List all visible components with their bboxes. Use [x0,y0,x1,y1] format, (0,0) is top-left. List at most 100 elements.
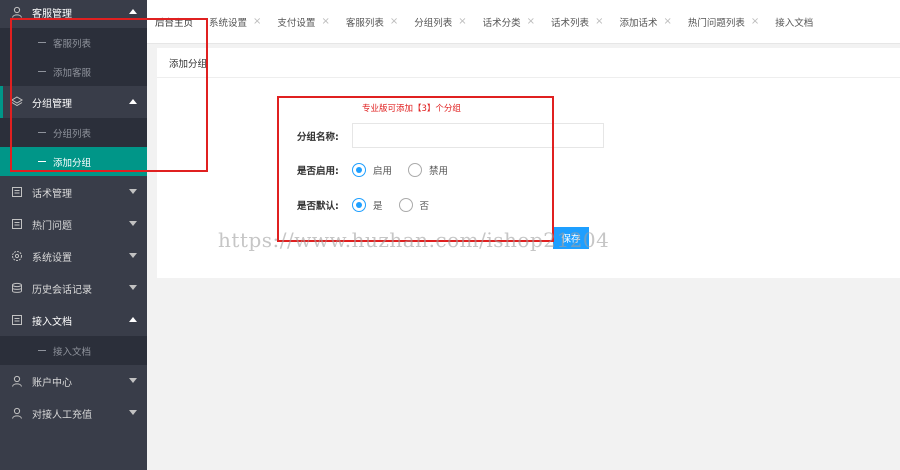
tab-hot-question-list[interactable]: 热门问题列表 × [680,0,767,43]
tab-payment-settings[interactable]: 支付设置 × [269,0,337,43]
sidebar-item-label: 分组列表 [53,128,92,140]
tab-label: 话术分类 [482,17,521,29]
sidebar-item-label: 添加分组 [53,157,92,169]
group-limit-notice: 专业版可添加【3】个分组 [362,104,461,114]
form-row-group-name: 分组名称: [297,123,604,148]
layers-icon [10,95,24,109]
tab-bar: 后台主页 系统设置 × 支付设置 × 客服列表 × 分组列表 × 话术分类 × 话术列表 ×… [147,0,900,44]
menu-chat-history[interactable]: 历史会话记录 [0,272,147,304]
chevron-down-icon [129,410,137,415]
menu-scripts[interactable]: 话术管理 [0,176,147,208]
group-name-label: 分组名称: [297,131,339,143]
menu-label: 热门问题 [32,220,72,232]
document-icon [10,217,24,231]
radio-enable-on[interactable]: 启用 [352,163,392,177]
radio-enable-off[interactable]: 禁用 [408,163,448,177]
radio-unchecked-icon [398,198,413,212]
user-icon [10,374,24,388]
form-row-enable: 是否启用: 启用 禁用 [297,163,464,177]
radio-label: 禁用 [429,166,449,177]
default-label: 是否默认: [297,201,339,212]
dash-icon [38,71,46,72]
close-icon[interactable]: × [253,16,261,27]
menu-manual-recharge[interactable]: 对接人工充值 [0,397,147,429]
user-icon [10,5,24,19]
gear-icon [10,249,24,263]
menu-label: 客服管理 [32,8,72,20]
radio-checked-icon [352,198,366,212]
tab-add-script[interactable]: 添加话术 × [611,0,679,43]
sidebar: 客服管理 客服列表 添加客服 分组管理 分组列表 添加分组 话术管理 热门问题 … [0,0,147,470]
menu-label: 分组管理 [32,98,72,110]
user-icon [10,406,24,420]
tab-label: 客服列表 [345,17,384,29]
menu-customer-service[interactable]: 客服管理 [0,0,147,28]
radio-default-yes[interactable]: 是 [352,198,383,212]
submenu-groups: 分组列表 添加分组 [0,118,147,176]
chevron-up-icon [129,9,137,14]
close-icon[interactable]: × [595,16,603,27]
document-icon [10,185,24,199]
submenu-customer-service: 客服列表 添加客服 [0,28,147,86]
sidebar-item-group-list[interactable]: 分组列表 [0,118,147,147]
menu-system-settings[interactable]: 系统设置 [0,240,147,272]
card-title: 添加分组 [157,48,900,78]
tab-group-list[interactable]: 分组列表 × [406,0,474,43]
sidebar-item-integration-docs[interactable]: 接入文档 [0,336,147,365]
tab-label: 话术列表 [551,17,590,29]
menu-label: 系统设置 [32,252,72,264]
chevron-down-icon [129,378,137,383]
tab-home[interactable]: 后台主页 [147,0,201,43]
radio-label: 否 [419,201,430,212]
chevron-up-icon [129,99,137,104]
close-icon[interactable]: × [527,16,535,27]
dash-icon [38,132,46,133]
document-icon [10,313,24,327]
sidebar-item-add-customer[interactable]: 添加客服 [0,57,147,86]
tab-label: 添加话术 [619,17,658,29]
form-row-default: 是否默认: 是 否 [297,198,445,212]
menu-integration-docs[interactable]: 接入文档 [0,304,147,336]
tab-script-categories[interactable]: 话术分类 × [475,0,543,43]
dash-icon [38,350,46,351]
chevron-down-icon [129,253,137,258]
enable-label: 是否启用: [297,166,339,177]
menu-group-groups: 分组管理 分组列表 添加分组 [0,86,147,176]
sidebar-item-label: 接入文档 [53,346,92,358]
dash-icon [38,161,46,162]
sidebar-item-label: 客服列表 [53,38,92,50]
close-icon[interactable]: × [663,16,671,27]
close-icon[interactable]: × [458,16,466,27]
tab-customer-list[interactable]: 客服列表 × [338,0,406,43]
group-name-input[interactable] [352,123,604,148]
tab-system-settings[interactable]: 系统设置 × [201,0,269,43]
menu-label: 历史会话记录 [32,284,92,296]
tab-label: 分组列表 [414,17,453,29]
chevron-up-icon [129,317,137,322]
sidebar-item-label: 添加客服 [53,67,92,79]
menu-label: 对接人工充值 [32,409,92,421]
sidebar-item-customer-list[interactable]: 客服列表 [0,28,147,57]
radio-unchecked-icon [408,163,423,177]
close-icon[interactable]: × [390,16,398,27]
close-icon[interactable]: × [321,16,329,27]
sidebar-item-add-group[interactable]: 添加分组 [0,147,147,176]
close-icon[interactable]: × [751,16,759,27]
chevron-down-icon [129,221,137,226]
radio-default-no[interactable]: 否 [398,198,430,212]
tab-label: 系统设置 [209,17,248,29]
tab-script-list[interactable]: 话术列表 × [543,0,611,43]
menu-account-center[interactable]: 账户中心 [0,365,147,397]
menu-label: 账户中心 [32,377,72,389]
watermark-text: https://www.huzhan.com/ishop21204 [218,228,610,252]
chevron-down-icon [129,285,137,290]
tab-label: 热门问题列表 [687,17,745,29]
submenu-integration-docs: 接入文档 [0,336,147,365]
menu-label: 话术管理 [32,188,72,200]
tab-label: 接入文档 [775,17,814,29]
menu-groups[interactable]: 分组管理 [0,86,147,118]
menu-hot-questions[interactable]: 热门问题 [0,208,147,240]
tab-integration-docs[interactable]: 接入文档 [767,0,821,43]
tab-label: 支付设置 [277,17,316,29]
radio-checked-icon [352,163,366,177]
